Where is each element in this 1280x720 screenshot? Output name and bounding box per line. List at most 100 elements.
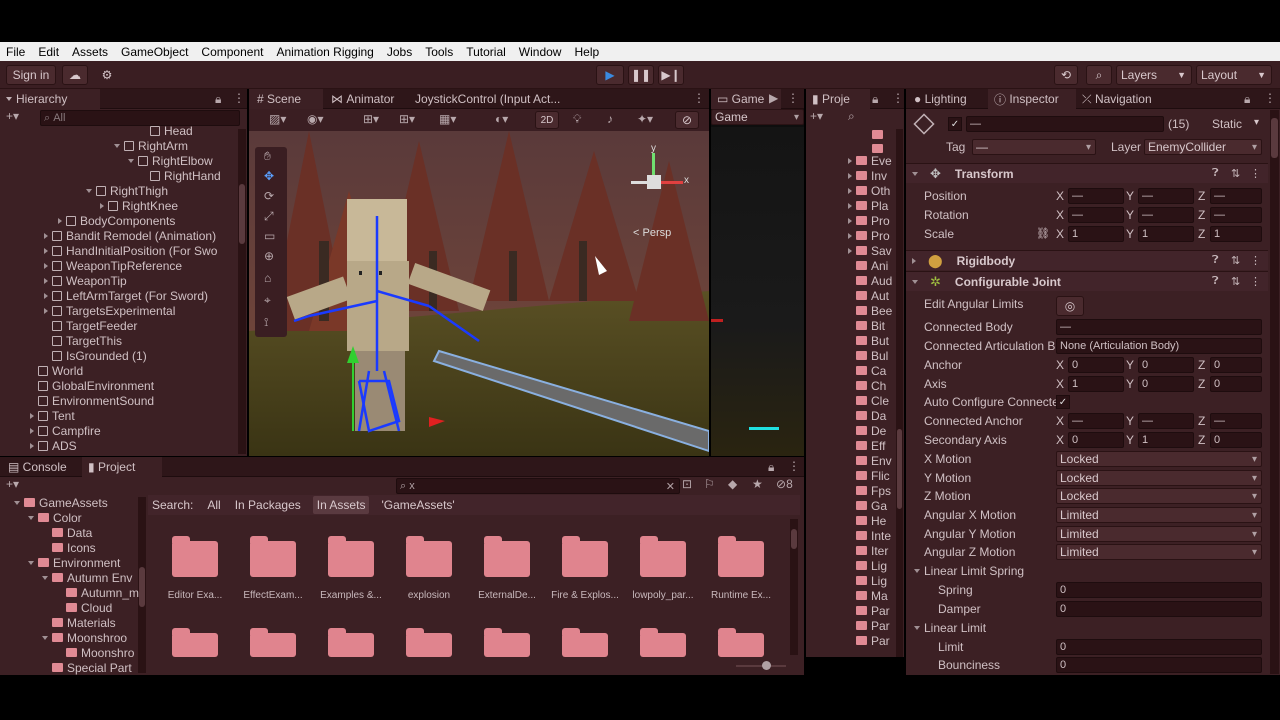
project-tree-item[interactable]: Cloud (56, 600, 112, 615)
tab-joystick-control[interactable]: JoystickControl (Input Act... (415, 89, 605, 109)
folder-icon[interactable] (484, 628, 530, 657)
project-side-item[interactable]: Eff (848, 438, 885, 453)
anchor-z[interactable]: 0 (1210, 357, 1262, 373)
hierarchy-item[interactable]: GlobalEnvironment (30, 378, 154, 393)
sign-in-button[interactable]: Sign in (6, 65, 56, 85)
project-tree-scroll-thumb[interactable] (139, 567, 145, 607)
hierarchy-item[interactable]: Campfire (30, 423, 101, 438)
static-dropdown-icon[interactable]: ▾ (1254, 117, 1259, 128)
history-icon[interactable]: ⟲ (1054, 65, 1078, 85)
x-motion-dropdown[interactable]: Locked (1056, 451, 1262, 467)
hierarchy-search-input[interactable]: ⌕ All (40, 110, 240, 126)
project-side-item[interactable]: Fps (848, 483, 891, 498)
presets-icon[interactable]: ⇅ (1231, 275, 1240, 288)
tab-animator[interactable]: ⋈ Animator (327, 89, 411, 109)
project-side-item[interactable]: Pla (848, 198, 888, 213)
axis-x[interactable]: 1 (1068, 376, 1124, 392)
tab-scene[interactable]: # Scene (249, 89, 323, 109)
help-icon[interactable]: ❓︎ (1212, 167, 1219, 180)
step-button[interactable]: ▶❙ (658, 65, 684, 85)
component-header[interactable]: ✲ Configurable Joint ❓︎ ⇅ ⋮ (906, 271, 1268, 291)
project-kebab-icon[interactable]: ⋮ (788, 459, 800, 473)
project-grid-scroll-thumb[interactable] (791, 529, 797, 549)
hidden-count-icon[interactable]: ⊘8 (776, 477, 793, 491)
project-side-item[interactable]: Bul (848, 348, 888, 363)
project-tree-item[interactable]: Special Part (42, 660, 132, 675)
collapsed-arrow-icon[interactable] (44, 292, 48, 299)
tab-inspector[interactable]: ⓘ Inspector (988, 89, 1076, 109)
limit-field[interactable]: 0 (1056, 639, 1262, 655)
connected-articulation-field[interactable]: None (Articulation Body) (1056, 338, 1262, 354)
hierarchy-item[interactable]: RightKnee (100, 198, 178, 213)
layer-dropdown[interactable]: EnemyCollider (1144, 139, 1262, 155)
project-side-item[interactable]: Par (848, 603, 890, 618)
expanded-arrow-icon[interactable] (42, 575, 48, 580)
inspector-scroll-thumb[interactable] (1271, 118, 1278, 158)
hierarchy-item[interactable]: RightHand (142, 168, 221, 183)
collapsed-arrow-icon[interactable] (100, 202, 104, 209)
collapsed-arrow-icon[interactable] (848, 217, 852, 224)
collapsed-arrow-icon[interactable] (912, 257, 916, 264)
project-side-item[interactable]: Lig (848, 573, 887, 588)
favorite-icon[interactable]: ★ (752, 477, 763, 491)
icon-size-slider[interactable] (736, 661, 786, 670)
hierarchy-item[interactable]: WeaponTipReference (44, 258, 182, 273)
project-side-item[interactable]: Bit (848, 318, 885, 333)
project-side-item[interactable]: Ani (848, 258, 888, 273)
menu-item-animation-rigging[interactable]: Animation Rigging (276, 45, 373, 59)
az-motion-dropdown[interactable]: Limited (1056, 544, 1262, 560)
hierarchy-item[interactable]: HandInitialPosition (For Swo (44, 243, 217, 258)
active-checkbox[interactable]: ✓ (948, 117, 962, 131)
position-x[interactable]: — (1068, 188, 1124, 204)
component-kebab-icon[interactable]: ⋮ (1250, 167, 1261, 180)
project-tree-item[interactable]: Color (28, 510, 82, 525)
folder-icon[interactable] (562, 536, 608, 577)
rotation-y[interactable]: — (1138, 207, 1194, 223)
hierarchy-item[interactable]: ADS (30, 438, 77, 453)
secondary-axis-x[interactable]: 0 (1068, 432, 1124, 448)
menu-item-file[interactable]: File (6, 45, 25, 59)
project-tree-item[interactable]: Autumn Env (42, 570, 132, 585)
kebab-menu-icon[interactable]: ⋮ (233, 91, 245, 105)
tab-project-side[interactable]: ▮ Proje (806, 89, 870, 109)
pause-button[interactable]: ❚❚ (628, 65, 654, 85)
project-side-item[interactable]: Pro (848, 213, 890, 228)
tab-project[interactable]: ▮ Project (82, 457, 162, 477)
hierarchy-item[interactable]: TargetsExperimental (44, 303, 175, 318)
hierarchy-item[interactable]: BodyComponents (58, 213, 175, 228)
tab-navigation[interactable]: ⤫ Navigation (1078, 89, 1178, 109)
scale-z[interactable]: 1 (1210, 226, 1262, 242)
secondary-axis-y[interactable]: 1 (1138, 432, 1194, 448)
orientation-icon[interactable]: ◐▾ (495, 112, 508, 126)
sphere-icon[interactable]: ◉▾ (307, 112, 324, 126)
snap-icon[interactable]: ⊞▾ (399, 112, 415, 126)
search-icon[interactable]: ⌕ (1086, 65, 1112, 85)
expanded-arrow-icon[interactable] (86, 188, 92, 193)
folder-icon[interactable] (484, 536, 530, 577)
damper-field[interactable]: 0 (1056, 601, 1262, 617)
hierarchy-item[interactable]: RightElbow (128, 153, 213, 168)
project-grid-scrollbar[interactable] (790, 519, 798, 655)
position-z[interactable]: — (1210, 188, 1262, 204)
spring-field[interactable]: 0 (1056, 582, 1262, 598)
menu-item-component[interactable]: Component (201, 45, 263, 59)
scale-y[interactable]: 1 (1138, 226, 1194, 242)
project-side-add-icon[interactable]: +▾ (810, 109, 823, 123)
filter-in-assets[interactable]: In Assets (312, 496, 370, 514)
object-name-field[interactable]: — (966, 116, 1164, 132)
add-icon[interactable]: +▾ (6, 109, 19, 123)
filter-in-packages[interactable]: In Packages (235, 498, 301, 512)
scale-x[interactable]: 1 (1068, 226, 1124, 242)
project-side-item[interactable]: Inv (848, 168, 887, 183)
tab-console[interactable]: ▤ Console (0, 457, 80, 477)
filter-all[interactable]: All (207, 498, 220, 512)
folder-icon[interactable] (250, 628, 296, 657)
axis-y[interactable]: 0 (1138, 376, 1194, 392)
project-side-item[interactable]: Par (848, 618, 890, 633)
menu-item-tutorial[interactable]: Tutorial (466, 45, 506, 59)
tab-lighting[interactable]: ● Lighting (906, 89, 986, 109)
collapsed-arrow-icon[interactable] (44, 247, 48, 254)
hierarchy-scroll-thumb[interactable] (239, 184, 245, 244)
hierarchy-item[interactable]: WeaponTip (44, 273, 127, 288)
inspector-scrollbar[interactable] (1270, 110, 1279, 674)
